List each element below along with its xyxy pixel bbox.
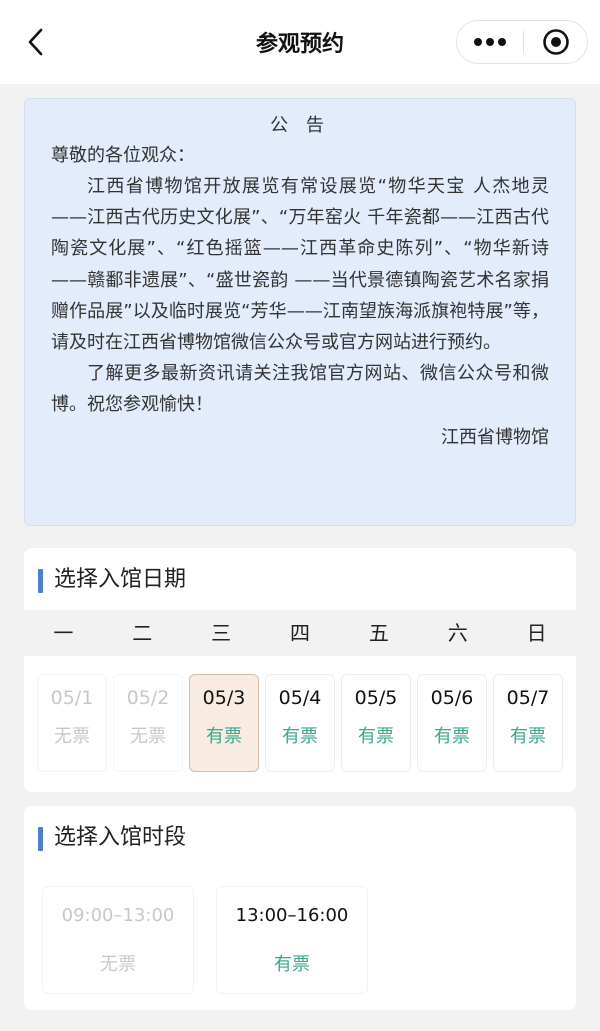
notice-signature: 江西省博物馆 [441, 426, 549, 448]
time-slot-range: 13:00–16:00 [235, 905, 349, 926]
day-ticket-status: 有票 [206, 726, 242, 747]
day-cell-05-1[interactable]: 05/1 无票 [37, 674, 107, 772]
time-slot-card: 选择入馆时段 09:00–13:00 无票 13:00–16:00 有票 [24, 806, 576, 1010]
weekday-label: 二 [132, 621, 153, 645]
day-date: 05/5 [354, 687, 398, 709]
notice-paragraph-exhibitions: 江西省博物馆开放展览有常设展览“物华天宝 人杰地灵——江西古代历史文化展”、“万… [51, 176, 549, 354]
time-slot-list: 09:00–13:00 无票 13:00–16:00 有票 [42, 886, 562, 996]
day-date: 05/3 [202, 687, 246, 709]
day-cell-05-2[interactable]: 05/2 无票 [113, 674, 183, 772]
day-cell-05-5[interactable]: 05/5 有票 [341, 674, 411, 772]
more-button[interactable] [457, 21, 523, 63]
weekday-label: 一 [53, 621, 74, 645]
weekday-label: 三 [211, 621, 232, 645]
notice-greeting: 尊敬的各位观众： [51, 145, 195, 166]
day-date: 05/6 [430, 687, 474, 709]
weekday-label: 四 [290, 621, 310, 645]
day-ticket-status: 有票 [510, 726, 546, 747]
mini-program-capsule [456, 20, 588, 64]
day-cell-05-7[interactable]: 05/7 有票 [493, 674, 563, 772]
day-cell-05-6[interactable]: 05/6 有票 [417, 674, 487, 772]
time-slot-morning[interactable]: 09:00–13:00 无票 [42, 886, 194, 994]
day-ticket-status: 有票 [358, 726, 394, 747]
navigation-bar: 参观预约 [0, 0, 600, 84]
time-section-title: 选择入馆时段 [38, 824, 186, 852]
day-grid: 05/1 无票 05/2 无票 05/3 有票 05/4 有票 05/5 有票 … [34, 674, 566, 772]
time-slot-afternoon[interactable]: 13:00–16:00 有票 [216, 886, 368, 994]
day-cell-05-3-selected[interactable]: 05/3 有票 [189, 674, 259, 772]
day-date: 05/1 [50, 687, 94, 709]
close-mini-program-button[interactable] [524, 21, 588, 63]
weekday-label: 五 [368, 621, 389, 645]
weekday-header: 一 二 三 四 五 六 日 [24, 610, 576, 656]
notice-title: 公 告 [270, 115, 330, 136]
day-date: 05/2 [126, 687, 170, 709]
notice-paragraph-follow: 了解更多最新资讯请关注我馆官方网站、微信公众号和微博。祝您参观愉快！ [51, 363, 549, 416]
day-ticket-status: 有票 [434, 726, 470, 747]
day-ticket-status: 有票 [282, 726, 318, 747]
weekday-label: 日 [526, 621, 547, 645]
record-close-icon [543, 29, 569, 55]
time-slot-status: 有票 [274, 954, 310, 975]
day-ticket-status: 无票 [130, 726, 166, 747]
time-slot-range: 09:00–13:00 [61, 905, 175, 926]
date-selection-card: 选择入馆日期 一 二 三 四 五 六 日 05/1 无票 05/2 无票 05/… [24, 548, 576, 792]
day-date: 05/7 [506, 687, 550, 709]
weekday-label: 六 [447, 621, 468, 645]
notice-box: 公 告 尊敬的各位观众： 江西省博物馆开放展览有常设展览“物华天宝 人杰地灵——… [24, 98, 576, 526]
time-slot-status: 无票 [100, 954, 136, 975]
day-cell-05-4[interactable]: 05/4 有票 [265, 674, 335, 772]
date-section-title: 选择入馆日期 [38, 566, 186, 594]
day-ticket-status: 无票 [54, 726, 90, 747]
day-date: 05/4 [278, 687, 322, 709]
more-dots-icon [474, 38, 506, 46]
